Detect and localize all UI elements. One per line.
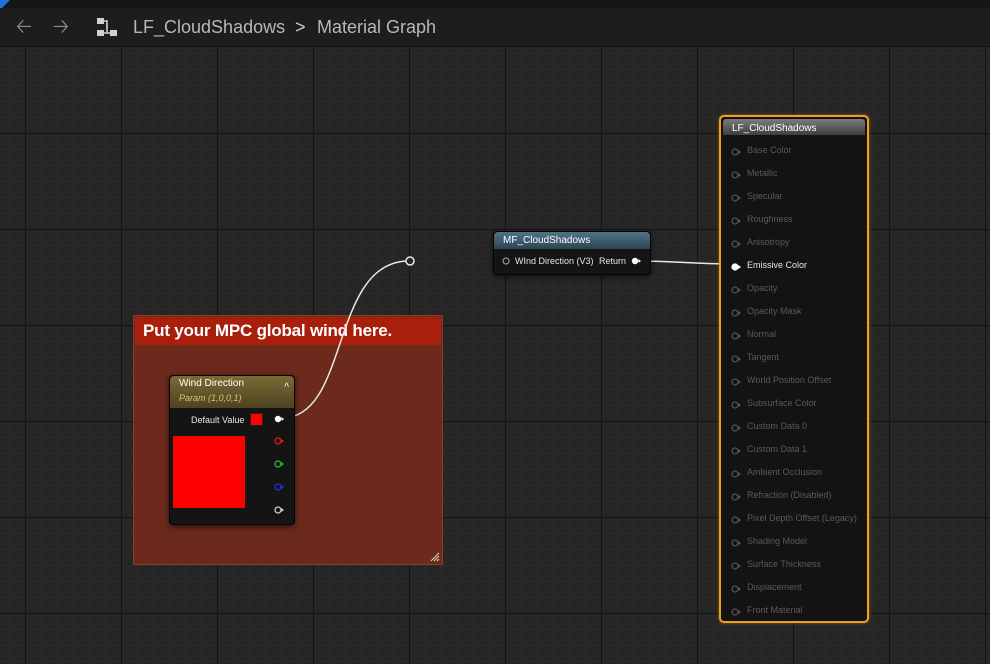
material-input-pin-icon[interactable] (731, 215, 741, 225)
output-pin-blue-icon[interactable] (274, 483, 284, 491)
material-input-pin-icon[interactable] (731, 238, 741, 248)
material-input-pin-icon[interactable] (731, 537, 741, 547)
chevron-up-icon[interactable]: ^ (284, 382, 289, 393)
param-node-subtitle: Param (1,0,0,1) (179, 393, 242, 403)
material-input-label: Pixel Depth Offset (Legacy) (747, 513, 857, 523)
material-input-pin-icon[interactable] (731, 514, 741, 524)
material-input-label: Shading Model (747, 536, 808, 546)
material-input-label: Opacity Mask (747, 306, 802, 316)
material-input-label: Ambient Occlusion (747, 467, 823, 477)
material-input-label: Roughness (747, 214, 793, 224)
material-input-pin-icon[interactable] (731, 560, 741, 570)
material-input-label: Front Material (747, 605, 803, 615)
material-input-label: Anisotropy (747, 237, 790, 247)
material-input-label: World Position Offset (747, 375, 832, 385)
output-pin-red-icon[interactable] (274, 437, 284, 445)
material-input-pin-icon[interactable] (731, 399, 741, 409)
material-input-label: Metallic (747, 168, 778, 178)
material-input-pin-icon[interactable] (731, 468, 741, 478)
default-value-color-swatch[interactable] (250, 413, 263, 426)
material-input-pin-icon[interactable] (731, 261, 741, 271)
material-input-label: Normal (747, 329, 777, 339)
material-input-label: Refraction (Disabled) (747, 490, 832, 500)
material-input-pin-icon[interactable] (731, 376, 741, 386)
return-output-pin-icon[interactable] (631, 257, 641, 265)
param-node-title: Wind Direction (179, 378, 245, 389)
output-pin-rgb-icon[interactable] (274, 415, 284, 423)
material-input-label: Custom Data 1 (747, 444, 808, 454)
input-pin-icon[interactable] (501, 257, 511, 265)
return-output-label: Return (599, 256, 627, 266)
material-input-pin-icon[interactable] (731, 330, 741, 340)
material-input-pin-icon[interactable] (731, 606, 741, 616)
material-input-label: Emissive Color (747, 260, 808, 270)
output-pin-green-icon[interactable] (274, 460, 284, 468)
wind-direction-param-node[interactable]: Wind Direction Param (1,0,0,1) ^ Default… (169, 375, 295, 525)
material-input-pin-icon[interactable] (731, 491, 741, 501)
material-input-pin-icon[interactable] (731, 169, 741, 179)
mf-cloudshadows-function-node[interactable]: MF_CloudShadows WInd Direction (V3) Retu… (493, 231, 651, 275)
material-input-pin-icon[interactable] (731, 146, 741, 156)
material-input-label: Tangent (747, 352, 780, 362)
material-input-pin-icon[interactable] (731, 307, 741, 317)
material-input-label: Custom Data 0 (747, 421, 808, 431)
material-input-label: Base Color (747, 145, 792, 155)
material-input-pin-icon[interactable] (731, 583, 741, 593)
wire-end-pin[interactable] (405, 256, 415, 266)
function-node-header[interactable]: MF_CloudShadows (494, 232, 650, 249)
color-preview (173, 436, 245, 508)
function-node-title: MF_CloudShadows (503, 235, 591, 246)
default-value-label: Default Value (191, 415, 245, 425)
material-node-title: LF_CloudShadows (732, 123, 817, 134)
material-input-pin-icon[interactable] (731, 445, 741, 455)
material-node-header[interactable]: LF_CloudShadows (723, 119, 865, 135)
material-input-label: Displacement (747, 582, 802, 592)
material-input-pin-icon[interactable] (731, 192, 741, 202)
wind-direction-input-label: WInd Direction (V3) (515, 256, 594, 266)
output-pin-alpha-icon[interactable] (274, 506, 284, 514)
dangling-wire[interactable] (281, 260, 410, 419)
material-input-label: Subsurface Color (747, 398, 817, 408)
param-node-header[interactable]: Wind Direction Param (1,0,0,1) ^ (170, 376, 294, 408)
material-input-pin-icon[interactable] (731, 284, 741, 294)
material-output-node[interactable]: LF_CloudShadows Base Color Metallic Specul… (719, 115, 869, 623)
material-input-pin-icon[interactable] (731, 353, 741, 363)
material-input-pin-icon[interactable] (731, 422, 741, 432)
material-input-label: Opacity (747, 283, 778, 293)
material-input-label: Specular (747, 191, 783, 201)
material-input-label: Surface Thickness (747, 559, 821, 569)
